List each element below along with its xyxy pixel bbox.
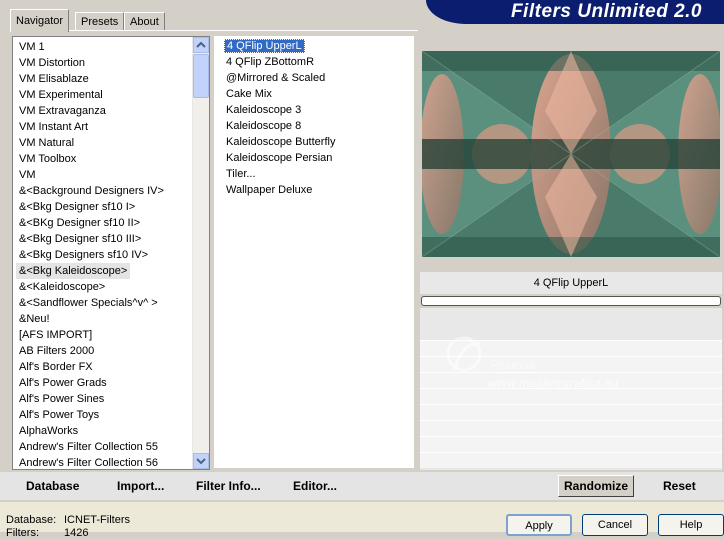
filter-item-label: 4 QFlip ZBottomR <box>226 56 315 68</box>
category-item[interactable]: [AFS IMPORT] <box>19 327 195 343</box>
category-item[interactable]: &<Sandflower Specials^v^ > <box>19 295 195 311</box>
category-item[interactable]: &<Bkg Designer sf10 I> <box>19 199 195 215</box>
category-list-pane: VM 1 VM Distortion VM Elisablaze VM Experim… <box>12 36 210 470</box>
chevron-up-icon <box>196 41 206 48</box>
param-row <box>420 388 722 404</box>
scroll-up-button[interactable] <box>193 37 209 53</box>
category-item[interactable]: Andrew's Filter Collection 56 <box>19 455 195 471</box>
filter-item-label: Cake Mix <box>226 88 272 100</box>
filter-item[interactable]: 4 QFlip UpperL <box>224 38 335 54</box>
filter-item-label: Tiler... <box>226 168 256 180</box>
database-button[interactable]: Database <box>26 478 79 494</box>
tab-navigator[interactable]: Navigator <box>10 9 70 32</box>
scroll-thumb[interactable] <box>193 54 209 98</box>
import-button[interactable]: Import... <box>117 478 164 494</box>
randomize-button[interactable]: Randomize <box>558 475 634 497</box>
category-item[interactable]: &<BKg Designer sf10 II> <box>19 215 195 231</box>
progress-bar <box>421 296 721 306</box>
filter-item[interactable]: Wallpaper Deluxe <box>226 182 335 198</box>
filter-item-label: Kaleidoscope 8 <box>226 120 302 132</box>
reset-button[interactable]: Reset <box>663 478 696 494</box>
tab-baseline <box>10 30 418 31</box>
param-row <box>420 436 722 452</box>
filter-item[interactable]: @Mirrored & Scaled <box>226 70 335 86</box>
filters-value: 1426 <box>64 527 89 539</box>
database-value: ICNET-Filters <box>64 514 130 526</box>
category-item[interactable]: &<Bkg Kaleidoscope> <box>16 263 131 279</box>
category-item[interactable]: VM <box>19 167 195 183</box>
filter-item[interactable]: 4 QFlip ZBottomR <box>226 54 335 70</box>
category-item[interactable]: AlphaWorks <box>19 423 195 439</box>
category-item[interactable]: Andrew's Filter Collection 55 <box>19 439 195 455</box>
category-item[interactable]: &<Bkg Designers sf10 IV> <box>19 247 195 263</box>
filter-item[interactable]: Kaleidoscope Persian <box>226 150 335 166</box>
category-item[interactable]: VM Instant Art <box>19 119 195 135</box>
header-banner: Filters Unlimited 2.0 <box>426 0 724 24</box>
category-item[interactable]: VM Elisablaze <box>19 71 195 87</box>
cancel-button[interactable]: Cancel <box>582 514 648 536</box>
category-item[interactable]: Alf's Power Toys <box>19 407 195 423</box>
category-item[interactable]: &<Background Designers IV> <box>19 183 195 199</box>
category-item[interactable]: Alf's Power Grads <box>19 375 195 391</box>
param-row <box>420 404 722 420</box>
filter-item[interactable]: Kaleidoscope Butterfly <box>226 134 335 150</box>
editor-button[interactable]: Editor... <box>293 478 337 494</box>
app-title: Filters Unlimited 2.0 <box>510 1 702 22</box>
current-filter-name: 4 QFlip UpperL <box>420 272 722 294</box>
filter-item[interactable]: Kaleidoscope 3 <box>226 102 335 118</box>
watermark-line2: www.maidiregrafica.eu <box>488 376 619 390</box>
filter-item[interactable]: Kaleidoscope 8 <box>226 118 335 134</box>
category-scrollbar[interactable] <box>192 37 209 469</box>
category-item[interactable]: VM Distortion <box>19 55 195 71</box>
filter-item-label: 4 QFlip UpperL <box>224 39 305 53</box>
kaleidoscope-preview <box>420 50 722 258</box>
filter-item-label: Kaleidoscope 3 <box>226 104 302 116</box>
filter-item[interactable]: Cake Mix <box>226 86 335 102</box>
category-item[interactable]: VM Extravaganza <box>19 103 195 119</box>
category-item[interactable]: &<Kaleidoscope> <box>19 279 195 295</box>
preview-image <box>420 50 722 258</box>
help-button[interactable]: Help <box>658 514 724 536</box>
filter-info-button[interactable]: Filter Info... <box>196 478 261 494</box>
filter-item-label: Kaleidoscope Butterfly <box>226 136 336 148</box>
category-list: VM 1 VM Distortion VM Elisablaze VM Experim… <box>16 39 195 471</box>
filter-item[interactable]: Tiler... <box>226 166 335 182</box>
scroll-down-button[interactable] <box>193 453 209 469</box>
category-item[interactable]: &Neu! <box>19 311 195 327</box>
category-item[interactable]: VM Natural <box>19 135 195 151</box>
param-row <box>420 452 722 468</box>
filter-list: 4 QFlip UpperL 4 QFlip ZBottomR @Mirrored … <box>224 38 335 198</box>
filter-item-label: Wallpaper Deluxe <box>226 184 313 196</box>
category-item[interactable]: Alf's Power Sines <box>19 391 195 407</box>
category-item[interactable]: &<Bkg Designer sf10 III> <box>19 231 195 247</box>
database-label: Database: <box>6 514 57 526</box>
category-item[interactable]: VM 1 <box>19 39 195 55</box>
filter-item-label: Kaleidoscope Persian <box>226 152 333 164</box>
watermark-logo-icon <box>446 336 482 372</box>
watermark-line1: Pinuccia <box>490 358 536 372</box>
category-item[interactable]: Alf's Border FX <box>19 359 195 375</box>
tab-presets[interactable]: Presets <box>75 12 125 31</box>
filters-label: Filters: <box>6 527 39 539</box>
filter-item-label: @Mirrored & Scaled <box>226 72 326 84</box>
apply-button[interactable]: Apply <box>506 514 572 536</box>
filter-list-pane: 4 QFlip UpperL 4 QFlip ZBottomR @Mirrored … <box>214 36 414 468</box>
param-row <box>420 420 722 436</box>
category-item[interactable]: VM Experimental <box>19 87 195 103</box>
tab-about[interactable]: About <box>124 12 165 31</box>
chevron-down-icon <box>196 458 206 465</box>
category-item[interactable]: AB Filters 2000 <box>19 343 195 359</box>
category-item[interactable]: VM Toolbox <box>19 151 195 167</box>
